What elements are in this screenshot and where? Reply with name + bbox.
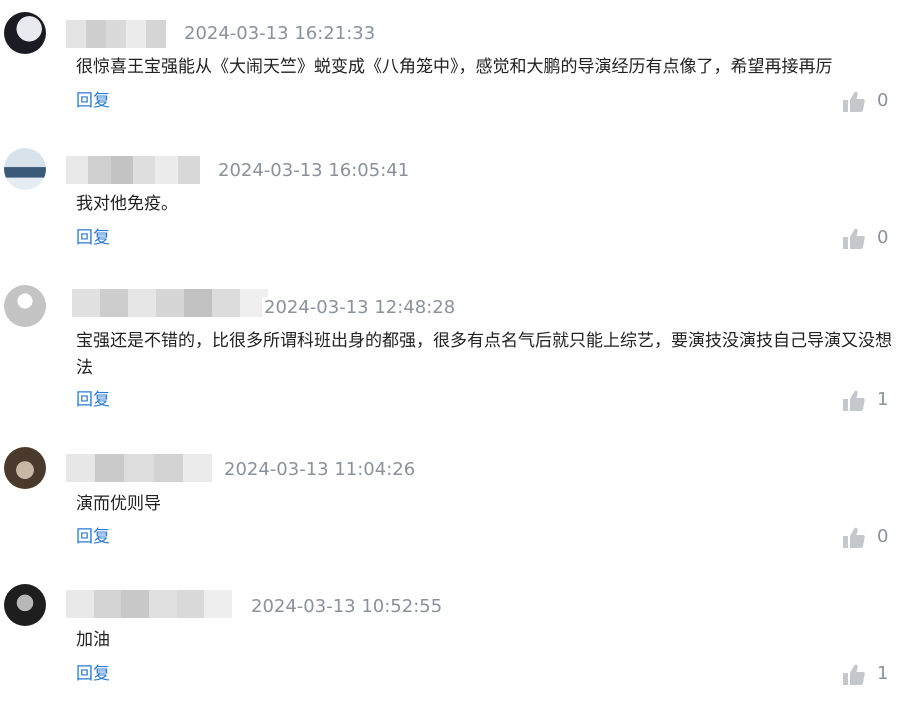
thumbs-up-icon: [843, 228, 865, 249]
like-count: 0: [877, 90, 889, 111]
thumbs-up-icon: [843, 91, 865, 112]
reply-button[interactable]: 回复: [76, 389, 110, 411]
like-count: 1: [877, 663, 889, 684]
like-count: 0: [877, 526, 889, 547]
comment-timestamp: 2024-03-13 11:04:26: [224, 459, 416, 480]
reply-button[interactable]: 回复: [76, 663, 110, 685]
username-masked: [66, 590, 232, 618]
avatar[interactable]: [4, 285, 46, 327]
comment-text: 演而优则导: [76, 494, 161, 514]
comment-timestamp: 2024-03-13 12:48:28: [262, 297, 456, 319]
thumbs-up-icon: [843, 664, 865, 685]
like-button[interactable]: 1: [843, 389, 888, 411]
avatar[interactable]: [4, 12, 46, 54]
like-count: 0: [877, 227, 889, 248]
comment-timestamp: 2024-03-13 16:21:33: [184, 23, 376, 44]
username-masked: [72, 289, 268, 317]
comment-text: 宝强还是不错的，比很多所谓科班出身的都强，很多有点名气后就只能上综艺，要演技没演…: [76, 331, 892, 378]
reply-button[interactable]: 回复: [76, 526, 110, 548]
avatar[interactable]: [4, 584, 46, 626]
reply-button[interactable]: 回复: [76, 90, 110, 112]
thumbs-up-icon: [843, 527, 865, 548]
username-masked: [66, 156, 200, 184]
comment-text: 很惊喜王宝强能从《大闹天竺》蜕变成《八角笼中》，感觉和大鹏的导演经历有点像了，希…: [76, 57, 833, 77]
username-masked: [66, 20, 166, 48]
avatar[interactable]: [4, 148, 46, 190]
like-button[interactable]: 1: [843, 663, 888, 685]
comment-timestamp: 2024-03-13 10:52:55: [251, 596, 443, 617]
like-count: 1: [877, 389, 889, 410]
comment-text: 我对他免疫。: [76, 194, 178, 214]
comment-timestamp: 2024-03-13 16:05:41: [218, 160, 410, 181]
username-masked: [66, 454, 212, 482]
reply-button[interactable]: 回复: [76, 227, 110, 249]
avatar[interactable]: [4, 447, 46, 489]
like-button[interactable]: 0: [843, 227, 888, 249]
comment-text: 加油: [76, 630, 110, 650]
like-button[interactable]: 0: [843, 90, 888, 112]
like-button[interactable]: 0: [843, 526, 888, 548]
thumbs-up-icon: [843, 390, 865, 411]
